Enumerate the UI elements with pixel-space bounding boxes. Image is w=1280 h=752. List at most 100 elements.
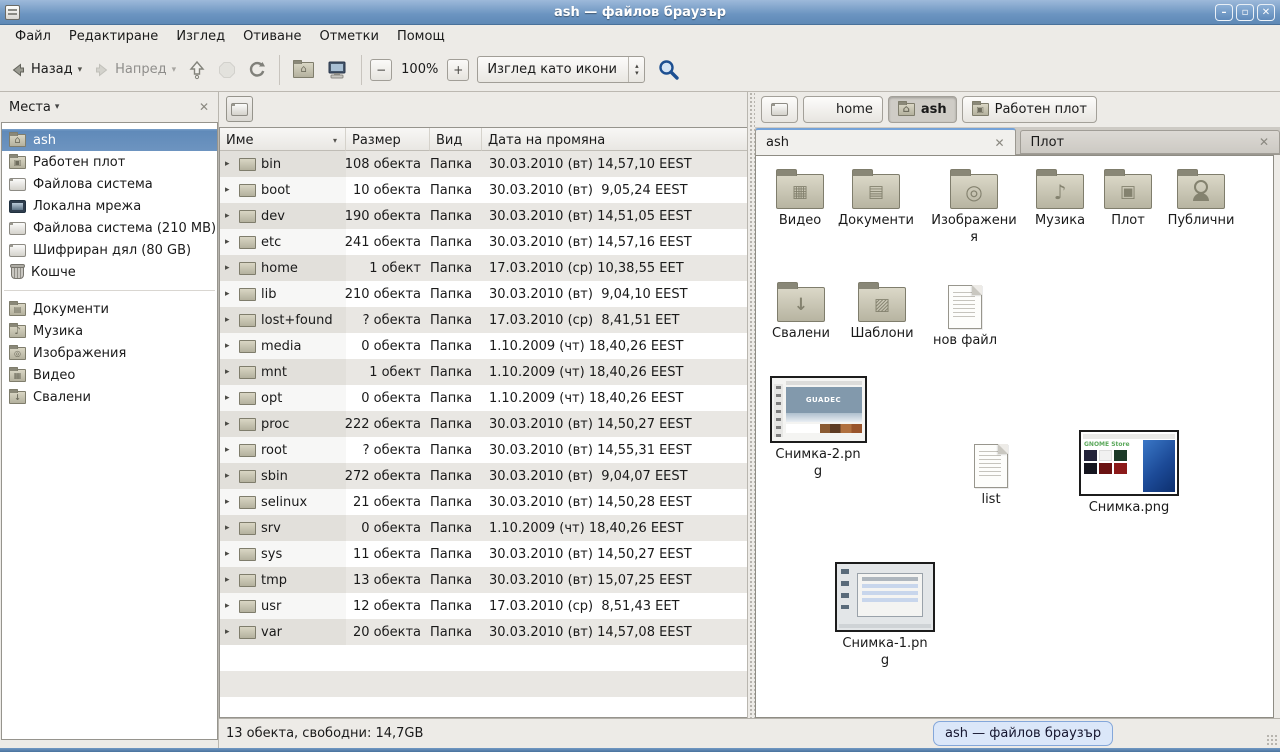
column-header-date[interactable]: Дата на промяна — [482, 128, 747, 151]
menu-item[interactable]: Помощ — [388, 27, 454, 46]
menu-item[interactable]: Редактиране — [60, 27, 167, 46]
expander-icon[interactable]: ▸ — [225, 393, 234, 403]
file-icon-item[interactable]: GNOME GNOME Store — [1077, 430, 1181, 517]
sidebar-item[interactable]: Свалени — [2, 386, 217, 408]
file-icon-item[interactable]: GUADEC GUADEC — [768, 376, 868, 481]
expander-icon[interactable]: ▸ — [225, 263, 234, 273]
table-row[interactable]: ▸ lost+found ? обекта Папка 17.03.2010 (… — [220, 307, 747, 333]
table-row[interactable]: ▸ tmp 13 обекта Папка 30.03.2010 (вт) 15… — [220, 567, 747, 593]
pane-divider[interactable] — [747, 92, 755, 718]
column-header-type[interactable]: Вид — [430, 128, 482, 151]
breadcrumb-button[interactable] — [761, 96, 798, 123]
back-button[interactable]: Назад ▾ — [5, 58, 87, 82]
file-icon-item[interactable]: Свалени — [757, 279, 845, 343]
table-row[interactable]: ▸ selinux 21 обекта Папка 30.03.2010 (вт… — [220, 489, 747, 515]
menu-item[interactable]: Отметки — [310, 27, 387, 46]
stop-button[interactable] — [213, 57, 241, 83]
table-row[interactable]: ▸ srv 0 обекта Папка 1.10.2009 (чт) 18,4… — [220, 515, 747, 541]
file-icon-item[interactable]: Снимка-1.png — [833, 562, 937, 670]
table-row[interactable]: ▸ opt 0 обекта Папка 1.10.2009 (чт) 18,4… — [220, 385, 747, 411]
table-row[interactable]: ▸ usr 12 обекта Папка 17.03.2010 (ср) 8,… — [220, 593, 747, 619]
sidebar-item[interactable]: Кошче — [2, 261, 217, 283]
close-button[interactable]: ✕ — [1257, 4, 1275, 21]
table-row[interactable]: ▸ lib 210 обекта Папка 30.03.2010 (вт) 9… — [220, 281, 747, 307]
tab[interactable]: ash ✕ — [755, 128, 1016, 155]
table-row[interactable]: ▸ sys 11 обекта Папка 30.03.2010 (вт) 14… — [220, 541, 747, 567]
sidebar-item[interactable]: Локална мрежа — [2, 195, 217, 217]
table-row[interactable]: ▸ var 20 обекта Папка 30.03.2010 (вт) 14… — [220, 619, 747, 645]
breadcrumb-button[interactable]: Работен плот — [962, 96, 1097, 123]
expander-icon[interactable]: ▸ — [225, 159, 234, 169]
expander-icon[interactable]: ▸ — [225, 185, 234, 195]
view-mode-select[interactable]: Изглед като икони ▴▾ — [477, 56, 645, 83]
root-breadcrumb-button[interactable] — [226, 96, 253, 122]
table-row[interactable]: ▸ sbin 272 обекта Папка 30.03.2010 (вт) … — [220, 463, 747, 489]
sidebar-title[interactable]: Места — [9, 100, 51, 115]
table-row[interactable]: ▸ proc 222 обекта Папка 30.03.2010 (вт) … — [220, 411, 747, 437]
expander-icon[interactable]: ▸ — [225, 601, 234, 611]
file-icon-item[interactable]: нов файл — [921, 283, 1009, 350]
file-icon-item[interactable]: Документи — [832, 166, 920, 230]
reload-button[interactable] — [243, 57, 271, 83]
expander-icon[interactable]: ▸ — [225, 237, 234, 247]
sidebar-item[interactable]: Файлова система (210 MB) — [2, 217, 217, 239]
expander-icon[interactable]: ▸ — [225, 523, 234, 533]
chevron-down-icon[interactable]: ▾ — [55, 102, 60, 112]
expander-icon[interactable]: ▸ — [225, 471, 234, 481]
sidebar-item[interactable]: Изображения — [2, 342, 217, 364]
table-row[interactable]: ▸ home 1 обект Папка 17.03.2010 (ср) 10,… — [220, 255, 747, 281]
table-row[interactable]: ▸ media 0 обекта Папка 1.10.2009 (чт) 18… — [220, 333, 747, 359]
search-button[interactable] — [655, 56, 683, 84]
menu-item[interactable]: Изглед — [167, 27, 234, 46]
breadcrumb-button[interactable]: home — [803, 96, 883, 123]
home-button[interactable] — [288, 58, 319, 82]
icon-canvas[interactable]: Видео — [755, 155, 1274, 718]
file-icon-item[interactable]: Видео — [756, 166, 844, 230]
sidebar-item[interactable]: Музика — [2, 320, 217, 342]
forward-button[interactable]: Напред ▾ — [89, 58, 181, 82]
close-tab-icon[interactable]: ✕ — [994, 136, 1004, 150]
forward-history-dropdown[interactable]: ▾ — [172, 65, 177, 75]
up-button[interactable] — [183, 56, 211, 84]
column-header-name[interactable]: Име ▾ — [220, 128, 346, 151]
file-icon-item[interactable]: Публични — [1157, 166, 1245, 230]
expander-icon[interactable]: ▸ — [225, 289, 234, 299]
sidebar-item[interactable]: Файлова система — [2, 173, 217, 195]
sidebar-item[interactable]: ash — [2, 129, 217, 151]
expander-icon[interactable]: ▸ — [225, 575, 234, 585]
zoom-in-button[interactable]: + — [447, 59, 469, 81]
expander-icon[interactable]: ▸ — [225, 341, 234, 351]
table-row[interactable]: ▸ dev 190 обекта Папка 30.03.2010 (вт) 1… — [220, 203, 747, 229]
table-row[interactable]: ▸ bin 108 обекта Папка 30.03.2010 (вт) 1… — [220, 151, 747, 177]
expander-icon[interactable]: ▸ — [225, 627, 234, 637]
back-history-dropdown[interactable]: ▾ — [78, 65, 83, 75]
tab[interactable]: Плот ✕ — [1020, 130, 1280, 154]
menu-item[interactable]: Файл — [6, 27, 60, 46]
sidebar-item[interactable]: Шифриран дял (80 GB) — [2, 239, 217, 261]
menu-item[interactable]: Отиване — [234, 27, 310, 46]
zoom-out-button[interactable]: − — [370, 59, 392, 81]
minimize-button[interactable]: – — [1215, 4, 1233, 21]
sidebar-close-icon[interactable]: ✕ — [199, 100, 209, 114]
expander-icon[interactable]: ▸ — [225, 445, 234, 455]
table-row[interactable]: ▸ mnt 1 обект Папка 1.10.2009 (чт) 18,40… — [220, 359, 747, 385]
column-header-size[interactable]: Размер — [346, 128, 430, 151]
computer-button[interactable] — [321, 56, 353, 84]
table-row[interactable]: ▸ etc 241 обекта Папка 30.03.2010 (вт) 1… — [220, 229, 747, 255]
file-icon-item[interactable]: Изображения — [930, 166, 1018, 247]
table-row[interactable]: ▸ boot 10 обекта Папка 30.03.2010 (вт) 9… — [220, 177, 747, 203]
expander-icon[interactable]: ▸ — [225, 367, 234, 377]
expander-icon[interactable]: ▸ — [225, 211, 234, 221]
resize-grip[interactable] — [1266, 734, 1278, 746]
expander-icon[interactable]: ▸ — [225, 497, 234, 507]
close-tab-icon[interactable]: ✕ — [1259, 135, 1269, 149]
table-row[interactable]: ▸ root ? обекта Папка 30.03.2010 (вт) 14… — [220, 437, 747, 463]
expander-icon[interactable]: ▸ — [225, 315, 234, 325]
breadcrumb-button[interactable]: ash — [888, 96, 957, 123]
sidebar-item[interactable]: Видео — [2, 364, 217, 386]
file-icon-item[interactable]: Шаблони — [838, 279, 926, 343]
sidebar-item[interactable]: Документи — [2, 298, 217, 320]
sidebar-item[interactable]: Работен плот — [2, 151, 217, 173]
expander-icon[interactable]: ▸ — [225, 419, 234, 429]
expander-icon[interactable]: ▸ — [225, 549, 234, 559]
